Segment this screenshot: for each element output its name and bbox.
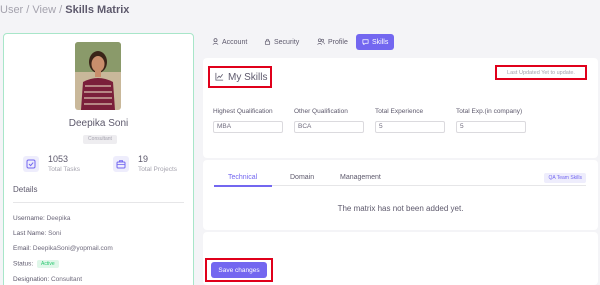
user-icon — [212, 37, 219, 47]
lock-icon — [264, 38, 271, 47]
actions-bar: Save changes — [203, 232, 598, 285]
tab-domain[interactable]: Domain — [290, 174, 314, 181]
stat-value: 1053 — [48, 154, 69, 164]
field-label: Highest Qualification — [213, 108, 273, 115]
detail-value: Consultant — [50, 276, 83, 283]
detail-label: Status: — [13, 260, 34, 268]
save-button-highlight: Save changes — [205, 258, 273, 282]
status-badge: Active — [37, 260, 59, 268]
tab-label: Account — [222, 38, 248, 46]
skills-card: My Skills Last Updated Yet to update. Hi… — [203, 58, 598, 158]
breadcrumb-view[interactable]: View / — [32, 4, 62, 16]
users-icon — [317, 37, 325, 47]
field-highest-qualification: Highest Qualification — [213, 108, 286, 133]
detail-last-name: Last Name: Soni — [13, 230, 61, 237]
details-title: Details — [13, 185, 38, 194]
tab-label: Profile — [328, 38, 348, 46]
detail-label: Username: — [13, 215, 45, 222]
tab-management[interactable]: Management — [340, 174, 381, 181]
highest-qualification-input[interactable] — [213, 120, 283, 133]
detail-username: Username: Deepika — [13, 215, 70, 222]
avatar — [75, 42, 121, 110]
field-label: Total Exp.(in company) — [456, 108, 523, 115]
chart-icon — [215, 68, 224, 86]
detail-value: DeepikaSoni@yopmail.com — [32, 245, 113, 252]
tab-label: Security — [274, 38, 300, 46]
detail-email: Email: DeepikaSoni@yopmail.com — [13, 245, 113, 252]
field-total-exp-company: Total Exp.(in company) — [456, 108, 529, 133]
tab-technical[interactable]: Technical — [228, 174, 257, 181]
tab-label: Skills — [372, 38, 389, 46]
breadcrumb-user[interactable]: User / — [0, 4, 29, 16]
detail-label: Email: — [13, 245, 32, 252]
skills-matrix-card: Technical Domain Management QA Team Skil… — [203, 160, 598, 230]
tab-account[interactable]: Account — [206, 34, 253, 50]
stat-value: 19 — [138, 154, 149, 164]
page-title: My Skills — [228, 71, 268, 83]
detail-label: Designation: — [13, 276, 50, 283]
field-other-qualification: Other Qualification — [294, 108, 367, 133]
tab-skills[interactable]: Skills — [356, 34, 395, 50]
briefcase-icon — [113, 156, 129, 172]
total-experience-input[interactable] — [375, 120, 445, 133]
empty-state-message: The matrix has not been added yet. — [337, 204, 464, 213]
detail-value: Soni — [48, 230, 62, 237]
profile-card: Deepika Soni Consultant 1053 Total Tasks… — [3, 33, 194, 285]
stat-label: Total Projects — [138, 166, 178, 173]
check-square-icon — [23, 156, 39, 172]
user-name: Deepika Soni — [68, 118, 129, 129]
breadcrumb: User / View / Skills Matrix — [0, 4, 129, 16]
field-label: Other Qualification — [294, 108, 348, 115]
breadcrumb-current: Skills Matrix — [65, 4, 130, 16]
divider — [13, 202, 184, 203]
detail-designation: Designation: Consultant — [13, 276, 82, 283]
other-qualification-input[interactable] — [294, 120, 364, 133]
field-total-experience: Total Experience — [375, 108, 448, 133]
detail-status: Status: Active — [13, 260, 59, 268]
qa-team-skills-badge[interactable]: QA Team Skills — [544, 173, 586, 183]
save-changes-button[interactable]: Save changes — [211, 262, 267, 278]
detail-label: Last Name: — [13, 230, 47, 237]
total-exp-company-input[interactable] — [456, 120, 526, 133]
my-skills-header: My Skills — [208, 66, 272, 88]
active-tab-indicator — [214, 185, 272, 187]
skills-icon — [362, 38, 369, 47]
tab-profile[interactable]: Profile — [311, 34, 354, 50]
role-badge: Consultant — [83, 135, 117, 144]
stat-label: Total Tasks — [48, 166, 81, 173]
matrix-tabs: Technical Domain Management QA Team Skil… — [214, 172, 586, 187]
tab-security[interactable]: Security — [258, 34, 305, 50]
last-updated-text: Last Updated Yet to update. — [495, 65, 587, 80]
detail-value: Deepika — [46, 215, 71, 222]
field-label: Total Experience — [375, 108, 424, 115]
